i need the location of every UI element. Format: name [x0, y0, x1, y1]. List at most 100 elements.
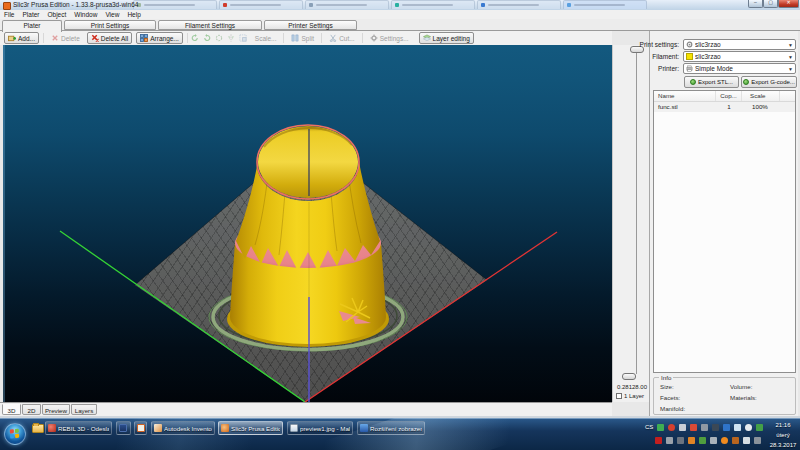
- menu-view[interactable]: View: [101, 10, 123, 19]
- tray-icon[interactable]: [699, 437, 706, 444]
- taskbar-button-inventor[interactable]: Autodesk Inventor Pr...: [151, 421, 215, 435]
- taskbar-button-display[interactable]: Rozšíření zobrazení: [357, 421, 425, 435]
- tray-icon[interactable]: [666, 437, 673, 444]
- export-gcode-button[interactable]: Export G-code...: [741, 76, 797, 88]
- tray-icon[interactable]: [723, 424, 730, 431]
- tray-icon[interactable]: [721, 437, 728, 444]
- cut-icon: [329, 34, 337, 42]
- export-stl-button[interactable]: Export STL...: [684, 76, 739, 88]
- menu-object[interactable]: Object: [43, 10, 70, 19]
- tray-icon[interactable]: [712, 424, 719, 431]
- taskbar-button-rebil[interactable]: REBIL 3D - Odeslat o...: [45, 421, 112, 435]
- plater-sidebar: Print settings: slic3rzao▼ Filament: sli…: [649, 31, 798, 417]
- tray-icon[interactable]: [754, 437, 761, 444]
- table-row[interactable]: func.stl 1 100%: [654, 102, 795, 112]
- language-indicator[interactable]: CS: [645, 424, 653, 430]
- taskbar-button-paint[interactable]: preview1.jpg - Malov...: [287, 421, 353, 435]
- layer-slider-handle-bottom[interactable]: [622, 373, 636, 380]
- printer-icon: [686, 65, 693, 72]
- taskbar-button-slic3r[interactable]: Slic3r Prusa Edition - ...: [218, 421, 283, 435]
- explorer-taskbar-icon[interactable]: [30, 422, 45, 435]
- object-list-table[interactable]: Name Cop... Scale func.stl 1 100%: [653, 90, 796, 373]
- tab-filament-settings[interactable]: Filament Settings: [158, 20, 262, 30]
- tray-icon[interactable]: [701, 424, 708, 431]
- taskbar-button-doc[interactable]: [116, 421, 131, 435]
- info-size-label: Size:: [660, 383, 674, 390]
- add-button[interactable]: Add...: [4, 32, 39, 44]
- layer-editing-button[interactable]: Layer editing: [419, 32, 474, 44]
- filament-combo[interactable]: slic3rzao▼: [683, 51, 796, 62]
- background-browser-tab: [563, 0, 647, 9]
- tray-icon[interactable]: [756, 424, 763, 431]
- background-browser-tab: [133, 0, 217, 9]
- layer-min-value: 0.28: [617, 384, 629, 390]
- delete-all-button[interactable]: Delete All: [87, 32, 132, 44]
- tray-icon[interactable]: [677, 437, 684, 444]
- taskbar-button-app[interactable]: [134, 421, 147, 435]
- rotate-cw-icon[interactable]: [202, 33, 212, 44]
- scale-icon[interactable]: [238, 33, 248, 44]
- cut-button[interactable]: Cut...: [326, 32, 358, 44]
- add-icon: [8, 34, 16, 42]
- print-settings-combo[interactable]: slic3rzao▼: [683, 39, 796, 50]
- tray-icon[interactable]: [657, 424, 664, 431]
- tray-icon[interactable]: [732, 437, 739, 444]
- screen: Slic3r Prusa Edition - 1.33.8-prusa3d-wi…: [0, 0, 800, 450]
- tray-icon[interactable]: [743, 437, 750, 444]
- menu-help[interactable]: Help: [123, 10, 144, 19]
- info-box-title: Info: [659, 374, 673, 381]
- minimize-button[interactable]: –: [748, 0, 763, 8]
- tray-icon[interactable]: [688, 437, 695, 444]
- layer-editing-icon: [423, 34, 431, 42]
- close-button[interactable]: ✕: [778, 0, 799, 8]
- menu-plater[interactable]: Plater: [18, 10, 43, 19]
- view-tab-bar: 3D 2D Preview Layers: [0, 402, 612, 416]
- clock-time: 21:16: [768, 420, 798, 430]
- printer-combo[interactable]: Simple Mode▼: [683, 63, 796, 74]
- tray-icon[interactable]: [734, 424, 741, 431]
- tab-print-settings[interactable]: Print Settings: [64, 20, 156, 30]
- view-tab-preview[interactable]: Preview: [42, 404, 70, 415]
- tab-printer-settings[interactable]: Printer Settings: [264, 20, 357, 30]
- info-manifold-label: Manifold:: [660, 405, 685, 412]
- document-app-icon: [119, 424, 127, 432]
- scene-3d: [3, 45, 612, 402]
- maximize-button[interactable]: ▢: [763, 0, 778, 8]
- tray-icon[interactable]: [668, 424, 675, 431]
- split-button[interactable]: Split: [288, 32, 317, 44]
- delete-all-icon: [91, 34, 99, 42]
- delete-icon: [51, 34, 59, 42]
- tray-icon[interactable]: [655, 437, 662, 444]
- settings-tab-bar: Plater Print Settings Filament Settings …: [0, 19, 800, 31]
- taskbar-clock[interactable]: 21:16 úterý 28.3.2017: [768, 420, 798, 450]
- window-controls: – ▢ ✕: [748, 0, 799, 8]
- info-volume-label: Volume:: [730, 383, 752, 390]
- view-tab-3d[interactable]: 3D: [2, 404, 21, 415]
- layer-slider-track[interactable]: [636, 48, 637, 374]
- tab-plater[interactable]: Plater: [2, 20, 62, 32]
- view-tab-layers[interactable]: Layers: [71, 404, 97, 415]
- tray-icon[interactable]: [679, 424, 686, 431]
- settings-icon: [370, 34, 378, 42]
- tray-icon[interactable]: [745, 424, 752, 431]
- scale-button[interactable]: Scale...: [252, 32, 280, 44]
- arrange-button[interactable]: Arrange...: [136, 32, 183, 44]
- window-title: Slic3r Prusa Edition - 1.33.8-prusa3d-wi…: [13, 1, 138, 8]
- windows-logo-icon: [10, 428, 20, 439]
- tray-icon[interactable]: [710, 437, 717, 444]
- menu-window[interactable]: Window: [70, 10, 101, 19]
- info-materials-label: Materials:: [730, 394, 757, 401]
- printer-label: Printer:: [658, 65, 679, 72]
- 3d-viewport[interactable]: [3, 45, 612, 402]
- export-gcode-icon: [743, 79, 749, 85]
- one-layer-checkbox[interactable]: 1 Layer: [616, 393, 644, 399]
- view-tab-2d[interactable]: 2D: [22, 404, 41, 415]
- rotate-ccw-icon[interactable]: [190, 33, 200, 44]
- tray-icon[interactable]: [690, 424, 697, 431]
- delete-button[interactable]: Delete: [48, 32, 83, 44]
- object-settings-button[interactable]: Settings...: [367, 32, 412, 44]
- checkbox-box[interactable]: [616, 393, 622, 399]
- menu-file[interactable]: File: [0, 10, 18, 19]
- rotate-free-icon[interactable]: [214, 33, 224, 44]
- mirror-icon[interactable]: [226, 33, 236, 44]
